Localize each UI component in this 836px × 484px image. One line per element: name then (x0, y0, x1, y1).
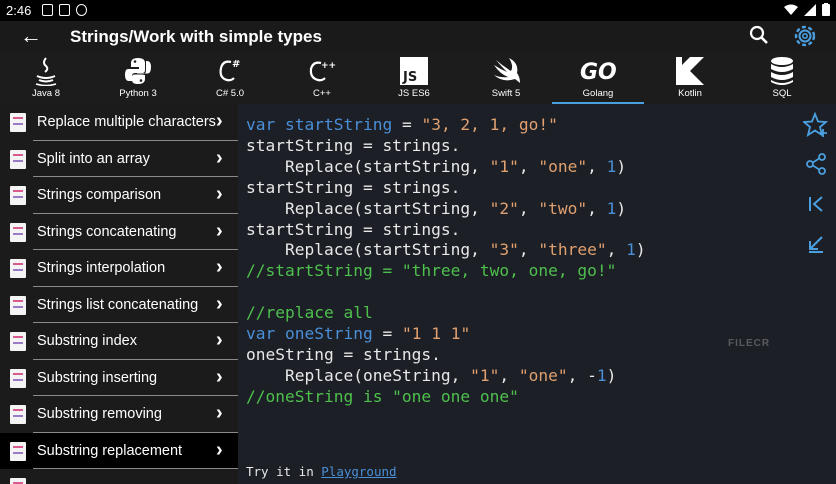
sd-card-icon (59, 4, 70, 16)
list-item[interactable]: Split into an array › (0, 141, 238, 177)
list-item[interactable]: Strings list concatenating › (0, 287, 238, 323)
chevron-right-icon: › (216, 292, 223, 315)
wifi-icon (784, 4, 798, 15)
scroll-to-bottom-icon[interactable] (800, 228, 832, 260)
code-file-icon (10, 478, 26, 484)
list-item[interactable]: Substring removing › (0, 396, 238, 433)
list-item[interactable]: Replace multiple characters › (0, 104, 238, 141)
svg-text:JS: JS (402, 70, 417, 85)
svg-text:++: ++ (321, 61, 336, 71)
back-arrow-icon[interactable]: ← (20, 23, 42, 49)
svg-text:GO: GO (580, 60, 617, 85)
topic-list: Replace multiple characters › Split into… (0, 104, 238, 484)
search-icon[interactable] (748, 23, 770, 52)
watermark: FILECR (728, 338, 771, 349)
code-block: var startString = "3, 2, 1, go!" startSt… (246, 115, 646, 406)
share-icon[interactable] (800, 148, 832, 180)
list-item[interactable]: Strings comparison › (0, 177, 238, 214)
code-file-icon (10, 295, 26, 315)
cpp-icon: ++ (307, 56, 337, 86)
code-file-icon (10, 332, 26, 351)
chevron-right-icon: › (216, 110, 223, 132)
tab-python[interactable]: Python 3 (92, 52, 184, 104)
try-it-footer: Try it in Playground (246, 464, 397, 479)
java-icon (31, 56, 61, 86)
battery-icon (822, 3, 830, 16)
kotlin-icon (675, 56, 705, 86)
code-file-icon (10, 259, 26, 278)
notification-a-icon (42, 4, 53, 16)
chevron-right-icon: › (216, 438, 223, 461)
chevron-right-icon: › (216, 329, 223, 351)
code-file-icon (10, 405, 26, 424)
chevron-right-icon: › (216, 183, 223, 205)
tab-golang[interactable]: GO Golang (552, 52, 644, 104)
sync-icon (76, 4, 87, 16)
tab-cpp[interactable]: ++ C++ (276, 52, 368, 104)
tab-java[interactable]: Java 8 (0, 52, 92, 104)
language-tabs: Java 8 Python 3 # C# 5.0 ++ C++ JS JS ES… (0, 52, 836, 104)
code-file-icon (10, 222, 26, 242)
chevron-right-icon: › (216, 402, 223, 424)
tab-kotlin[interactable]: Kotlin (644, 52, 736, 104)
tab-js[interactable]: JS JS ES6 (368, 52, 460, 104)
code-file-icon (10, 149, 26, 169)
swift-icon (491, 56, 521, 86)
database-icon (767, 56, 797, 86)
list-item[interactable]: Strings concatenating › (0, 214, 238, 250)
app-bar: ← Strings/Work with simple types (0, 21, 836, 52)
list-item[interactable]: Strings interpolation › (0, 250, 238, 287)
list-item[interactable]: Substring inserting › (0, 360, 238, 396)
chevron-right-icon: › (216, 365, 223, 388)
code-panel: var startString = "3, 2, 1, go!" startSt… (238, 104, 798, 484)
chevron-right-icon: › (216, 256, 223, 278)
go-to-first-icon[interactable] (800, 188, 832, 220)
action-column (798, 104, 836, 484)
svg-text:#: # (232, 59, 240, 70)
chevron-right-icon: › (216, 146, 223, 169)
tab-swift[interactable]: Swift 5 (460, 52, 552, 104)
python-icon (123, 56, 153, 86)
page-title: Strings/Work with simple types (70, 27, 322, 46)
code-file-icon (10, 368, 26, 388)
list-item-selected[interactable]: Substring replacement › (0, 432, 238, 469)
tab-csharp[interactable]: # C# 5.0 (184, 52, 276, 104)
status-time: 2:46 (6, 3, 32, 18)
signal-icon (804, 3, 816, 16)
settings-gear-icon[interactable] (792, 22, 818, 55)
chevron-right-icon: › (216, 219, 223, 242)
csharp-icon: # (215, 56, 245, 86)
code-file-icon (10, 441, 26, 461)
go-icon: GO (578, 56, 618, 86)
list-item[interactable] (0, 469, 238, 484)
playground-link[interactable]: Playground (321, 464, 396, 479)
list-item[interactable]: Substring index › (0, 323, 238, 360)
favorite-star-icon[interactable] (800, 109, 832, 141)
status-bar: 2:46 (0, 0, 836, 21)
code-file-icon (10, 186, 26, 205)
tab-sql[interactable]: SQL (736, 52, 828, 104)
code-file-icon (10, 113, 26, 132)
js-icon: JS (399, 56, 429, 86)
